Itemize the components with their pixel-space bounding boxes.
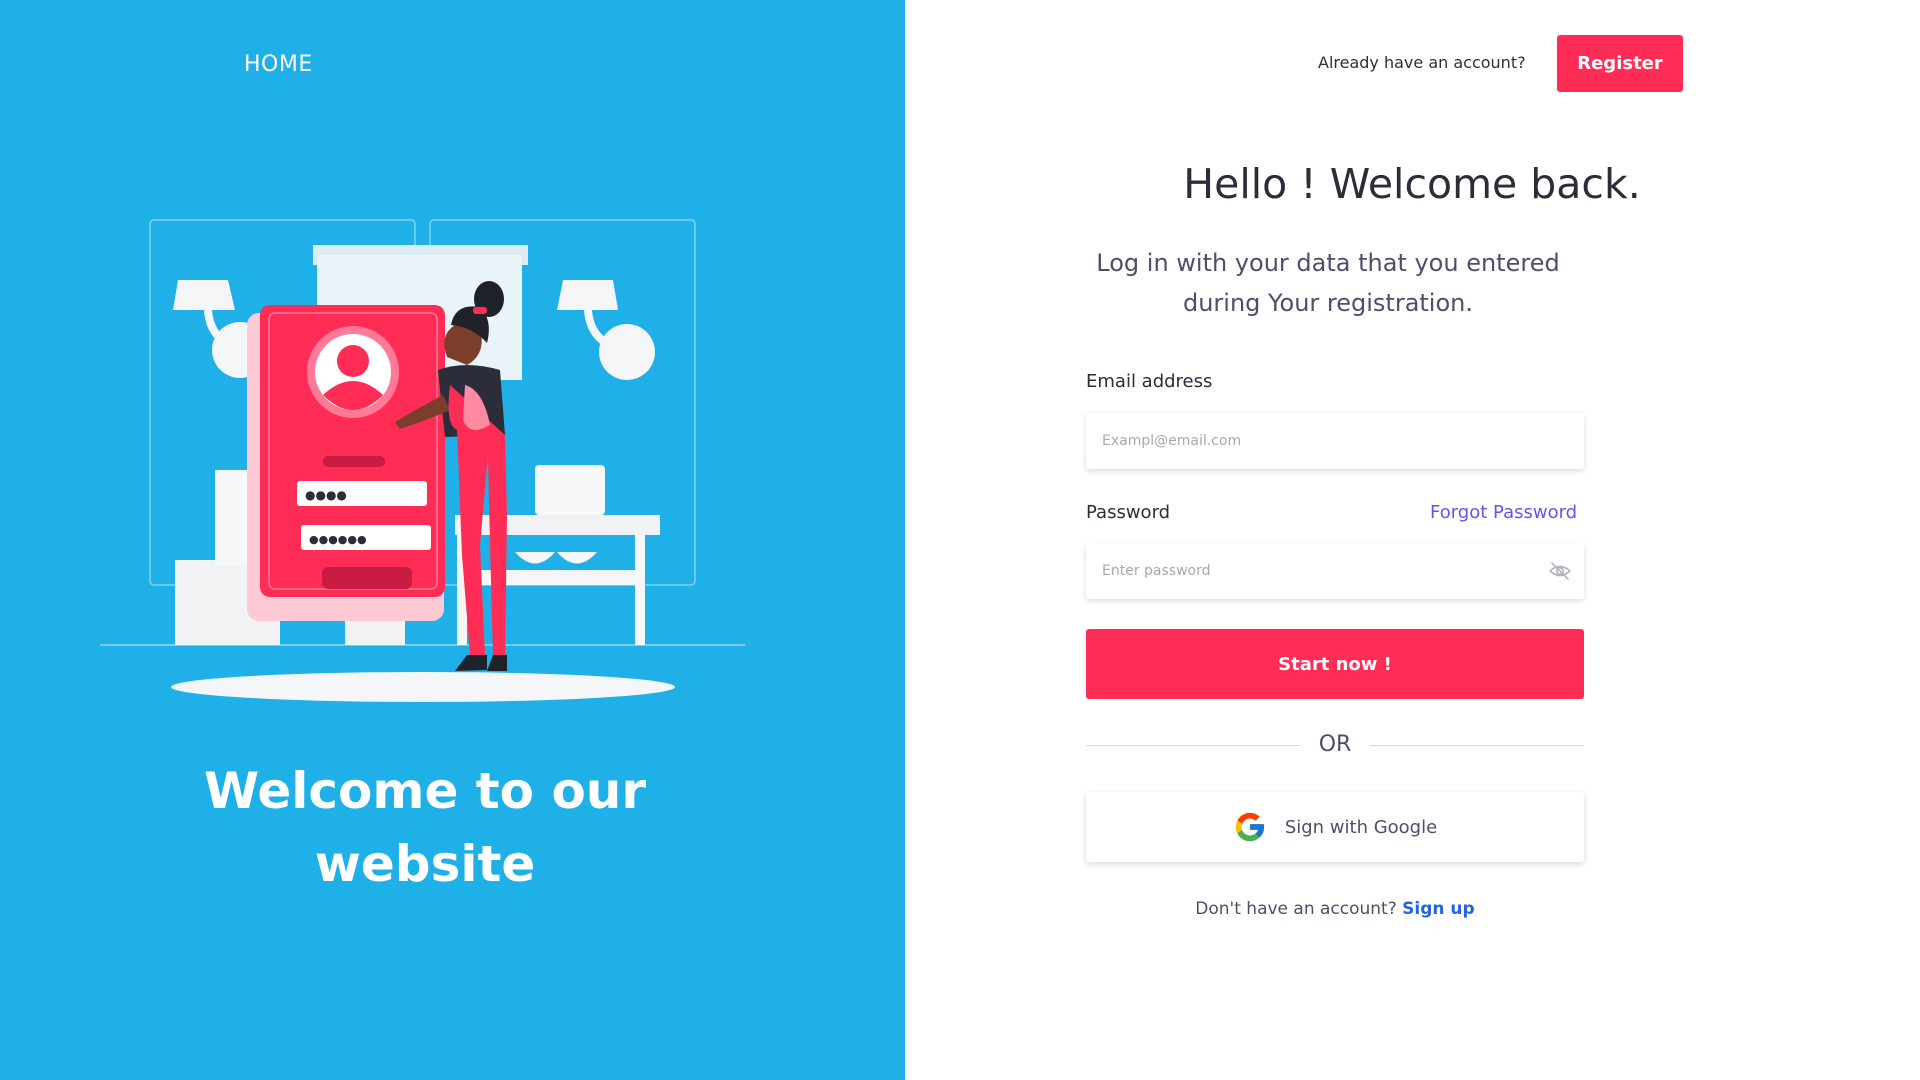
- lamp-right-bulb: [599, 324, 655, 380]
- lamp-left-shade: [173, 280, 235, 310]
- signup-link[interactable]: Sign up: [1402, 899, 1475, 919]
- google-signin-button[interactable]: Sign with Google: [1086, 792, 1584, 862]
- eye-off-icon[interactable]: [1548, 559, 1572, 583]
- google-icon: [1235, 812, 1264, 842]
- box-on-table: [535, 465, 605, 515]
- welcome-title: Welcome to our website: [0, 755, 850, 901]
- table-top: [455, 515, 660, 535]
- person-shoe-right: [487, 655, 507, 671]
- avatar-head: [337, 345, 369, 377]
- forgot-password-link[interactable]: Forgot Password: [1430, 502, 1577, 523]
- password-field[interactable]: [1086, 543, 1584, 599]
- google-button-label: Sign with Google: [1284, 816, 1438, 838]
- bowl-1: [515, 552, 555, 564]
- person-hairband: [473, 307, 487, 314]
- signup-prompt: Don't have an account?: [1195, 899, 1397, 919]
- register-button[interactable]: Register: [1557, 35, 1683, 92]
- email-field[interactable]: [1086, 413, 1584, 469]
- or-divider-left: [1086, 745, 1300, 746]
- login-form-panel: Already have an account? Register Hello …: [905, 0, 1920, 1080]
- start-now-button[interactable]: Start now !: [1086, 629, 1584, 699]
- page-title: Hello ! Welcome back.: [1183, 160, 1641, 208]
- login-page: HOME ●●●● ●●●●●● Welcome to our website …: [0, 0, 1920, 1080]
- page-subtitle: Log in with your data that you entered d…: [1096, 249, 1560, 317]
- password-field-container: [1086, 543, 1584, 599]
- left-hero-panel: HOME ●●●● ●●●●●● Welcome to our website: [0, 0, 905, 1080]
- monitor-left: [215, 470, 250, 565]
- floor-shadow: [171, 672, 675, 702]
- have-account-prompt: Already have an account?: [1318, 53, 1526, 72]
- person-shoe-left: [455, 655, 487, 671]
- login-illustration: ●●●● ●●●●●●: [100, 219, 745, 702]
- card-field-1-dots: ●●●●: [305, 488, 347, 502]
- email-label: Email address: [1086, 371, 1213, 392]
- or-divider-right: [1370, 745, 1584, 746]
- password-label: Password: [1086, 502, 1171, 523]
- or-label: OR: [1318, 732, 1352, 757]
- card-bar: [323, 456, 385, 467]
- welcome-title-line2: website: [314, 835, 536, 893]
- welcome-title-line1: Welcome to our: [203, 762, 647, 820]
- home-link[interactable]: HOME: [244, 52, 313, 77]
- lamp-right-shade: [557, 280, 618, 310]
- bowl-2: [557, 552, 597, 564]
- email-field-container: [1086, 413, 1584, 469]
- card-field-2-dots: ●●●●●●: [309, 533, 367, 546]
- table-leg-right: [635, 535, 645, 645]
- card-button: [322, 567, 412, 589]
- signup-row: Don't have an account? Sign up: [905, 899, 1765, 919]
